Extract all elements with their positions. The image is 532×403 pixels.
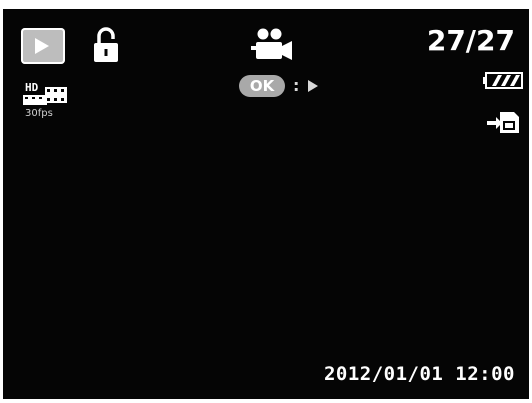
- datetime-stamp: 2012/01/01 12:00: [323, 363, 515, 385]
- battery-icon: [483, 72, 523, 89]
- play-arrow-icon: [308, 80, 318, 92]
- hint-separator: :: [293, 76, 300, 95]
- internal-memory-icon: [487, 112, 519, 133]
- film-strip-icon: [23, 95, 47, 105]
- play-icon[interactable]: [21, 28, 65, 64]
- fps-label: 30fps: [25, 108, 53, 119]
- image-counter: 27/27: [426, 24, 515, 57]
- ok-button[interactable]: OK: [239, 75, 285, 97]
- resolution-label: HD: [25, 81, 39, 94]
- video-camera-icon: [251, 28, 292, 60]
- camera-playback-screen: 27/27 OK : HD 30fps 2012/01/01 12:00: [0, 0, 532, 403]
- lock-icon: [94, 27, 118, 62]
- film-icon: [45, 87, 67, 103]
- video-resolution-icon: HD 30fps: [23, 81, 73, 123]
